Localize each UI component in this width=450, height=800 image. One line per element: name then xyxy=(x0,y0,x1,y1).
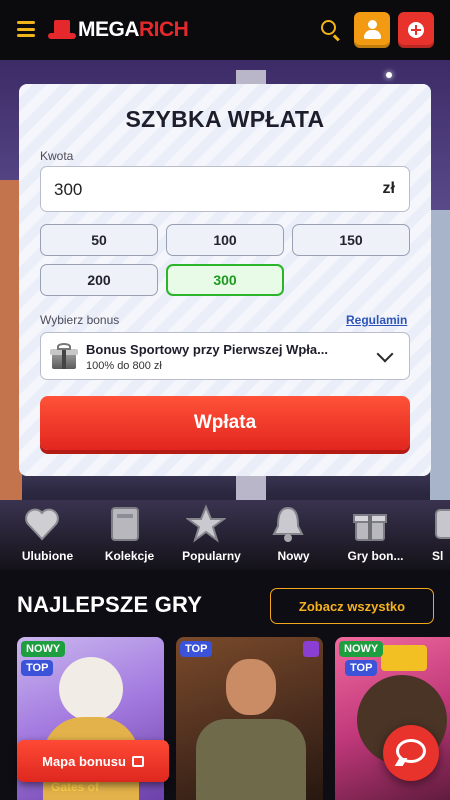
bonus-select[interactable]: Bonus Sportowy przy Pierwszej Wpła... 10… xyxy=(40,332,410,380)
game-caption: Gates of xyxy=(51,780,100,794)
top-hat-icon xyxy=(48,20,76,40)
gift-icon xyxy=(353,514,387,541)
search-icon[interactable] xyxy=(320,19,342,42)
top-header: MEGA RICH xyxy=(0,0,450,60)
slot-icon xyxy=(435,509,450,539)
section-title: NAJLEPSZE GRY xyxy=(17,592,203,617)
category-popular[interactable]: Popularny xyxy=(164,500,244,570)
badge-top: TOP xyxy=(180,641,213,657)
game-tile[interactable]: NOWY TOP xyxy=(335,637,450,800)
bonus-name: Bonus Sportowy przy Pierwszej Wpła... xyxy=(86,342,328,357)
plus-icon xyxy=(408,22,424,38)
amount-value: 300 xyxy=(54,180,83,199)
game-tile[interactable]: TOP xyxy=(176,637,323,800)
chevron-down-icon xyxy=(376,345,394,363)
register-button[interactable] xyxy=(398,12,434,48)
category-label: Gry bon... xyxy=(347,549,404,563)
quick-deposit-card: SZYBKA WPŁATA Kwota 300 zł 50 100 150 20… xyxy=(19,84,431,476)
terms-link[interactable]: Regulamin xyxy=(346,313,407,327)
category-label: Popularny xyxy=(182,549,241,563)
badge-top: TOP xyxy=(21,660,54,676)
category-collections[interactable]: Kolekcje xyxy=(82,500,162,570)
logo-text-rich: RICH xyxy=(139,18,189,41)
category-label: Nowy xyxy=(277,549,310,563)
badge-new: NOWY xyxy=(339,641,384,657)
login-button[interactable] xyxy=(354,12,390,48)
category-bonus-games[interactable]: Gry bon... xyxy=(328,500,408,570)
bonus-label: Wybierz bonus xyxy=(40,313,120,327)
amount-input[interactable]: 300 zł xyxy=(40,166,410,212)
live-chat-button[interactable] xyxy=(383,725,439,781)
category-label: Sl xyxy=(432,549,444,563)
star-icon xyxy=(186,504,226,543)
bell-icon xyxy=(272,506,304,542)
megarich-logo[interactable]: MEGA RICH xyxy=(48,18,189,42)
amount-chip-200[interactable]: 200 xyxy=(40,264,158,296)
currency-label: zł xyxy=(382,180,395,197)
badge-top: TOP xyxy=(345,660,378,676)
heart-icon xyxy=(25,508,59,541)
amount-chip-50[interactable]: 50 xyxy=(40,224,158,256)
game-artwork xyxy=(176,637,323,800)
category-label: Kolekcje xyxy=(104,549,155,563)
deposit-button[interactable]: Wpłata xyxy=(40,396,410,450)
category-label: Ulubione xyxy=(21,549,74,563)
see-all-button[interactable]: Zobacz wszystko xyxy=(270,588,434,624)
provider-icon xyxy=(303,641,319,657)
badge-new: NOWY xyxy=(21,641,66,657)
book-icon xyxy=(111,507,139,541)
amount-label: Kwota xyxy=(40,149,74,163)
user-icon xyxy=(368,20,377,29)
bonus-map-button[interactable]: Mapa bonusu xyxy=(17,740,169,782)
category-strip: Ulubione Kolekcje Popularny Nowy Gry bon… xyxy=(0,500,450,570)
amount-chip-100[interactable]: 100 xyxy=(166,224,284,256)
bonus-map-label: Mapa bonusu xyxy=(42,753,126,769)
deposit-title: SZYBKA WPŁATA xyxy=(125,106,325,132)
amount-chip-300-selected[interactable]: 300 xyxy=(166,264,284,296)
amount-chip-150[interactable]: 150 xyxy=(292,224,410,256)
star-decoration xyxy=(386,72,392,78)
logo-text-mega: MEGA xyxy=(78,18,140,41)
category-new[interactable]: Nowy xyxy=(246,500,326,570)
menu-icon[interactable] xyxy=(17,21,35,37)
building-decoration xyxy=(430,210,450,510)
calendar-icon xyxy=(131,755,144,767)
category-slots[interactable]: Sl xyxy=(410,500,450,570)
category-favourites[interactable]: Ulubione xyxy=(0,500,80,570)
gift-icon xyxy=(50,342,78,370)
bonus-detail: 100% do 800 zł xyxy=(86,360,162,372)
